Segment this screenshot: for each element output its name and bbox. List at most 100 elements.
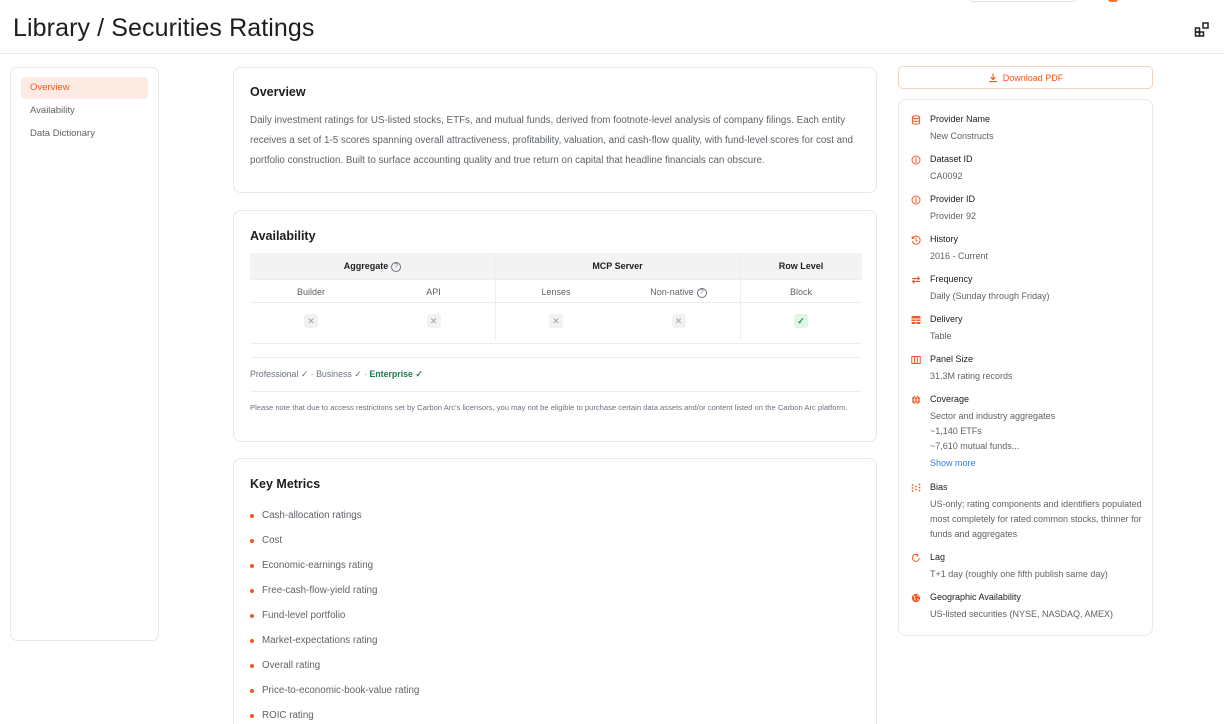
info-value: T+1 day (roughly one fifth publish same … [930, 569, 1108, 579]
info-label: Geographic Availability [930, 592, 1021, 602]
metric-label: Economic-earnings rating [262, 560, 374, 571]
column-header-non-native: Non-native? [617, 279, 740, 303]
info-icon [911, 155, 921, 165]
history-icon [911, 235, 921, 245]
info-icon [911, 195, 921, 205]
bullet-icon [250, 613, 254, 618]
info-value: US-only; rating components and identifie… [930, 499, 1142, 539]
coverage-line: ~1,140 ETFs [930, 426, 982, 436]
column-header-builder: Builder [250, 279, 372, 303]
refresh-icon [911, 553, 920, 562]
layout-toggle-button[interactable] [1193, 20, 1211, 38]
nav-item-data-dictionary[interactable]: Data Dictionary [21, 123, 148, 145]
key-metrics-list: Cash-allocation ratings Cost Economic-ea… [250, 503, 860, 724]
info-label: Provider Name [930, 114, 991, 124]
list-item: Overall rating [250, 653, 860, 678]
columns-icon [911, 356, 921, 364]
group-header-mcp-server: MCP Server [495, 253, 740, 279]
list-item: Cost [250, 528, 860, 553]
availability-table: Aggregate? MCP Server Row Level Builder … [250, 253, 862, 344]
column-header-api: API [372, 279, 495, 303]
availability-cell-api: ✕ [372, 303, 495, 339]
metric-label: Cash-allocation ratings [262, 510, 362, 521]
metric-label: Cost [262, 535, 283, 546]
list-item: Economic-earnings rating [250, 553, 860, 578]
help-icon[interactable]: ? [391, 261, 402, 272]
list-item: Market-expectations rating [250, 628, 860, 653]
table-icon [911, 316, 921, 324]
info-label: Dataset ID [930, 154, 973, 164]
list-item: Free-cash-flow-yield rating [250, 578, 860, 603]
overview-description: Daily investment ratings for US-listed s… [250, 115, 853, 166]
help-icon[interactable]: ? [696, 287, 707, 298]
info-label: Provider ID [930, 194, 976, 204]
top-search-box[interactable] [968, 0, 1078, 2]
bullet-icon [250, 538, 254, 543]
group-header-row-level: Row Level [740, 253, 862, 279]
overview-title: Overview [250, 85, 306, 99]
group-label-aggregate: Aggregate [343, 261, 389, 271]
info-label: Delivery [930, 314, 963, 324]
list-item: Cash-allocation ratings [250, 503, 860, 528]
plan-tiers: Professional ✓ · Business ✓ · Enterprise… [250, 369, 423, 380]
metric-label: Overall rating [262, 660, 321, 671]
list-item: ROIC rating [250, 703, 860, 724]
check-icon: ✓ [794, 314, 808, 328]
info-value: 2016 - Current [930, 251, 989, 261]
licensing-notice: Please note that due to access restricti… [250, 403, 848, 412]
bullet-icon [250, 663, 254, 668]
divider [250, 391, 862, 392]
tier-separator: · [308, 369, 317, 379]
list-item: Price-to-economic-book-value rating [250, 678, 860, 703]
metric-label: Price-to-economic-book-value rating [262, 685, 420, 696]
column-header-block: Block [740, 279, 862, 303]
column-header-lenses: Lenses [495, 279, 617, 303]
database-icon [911, 115, 921, 125]
info-value: New Constructs [930, 131, 994, 141]
metric-label: Free-cash-flow-yield rating [262, 585, 378, 596]
info-label: Bias [930, 482, 948, 492]
info-value: Provider 92 [930, 211, 977, 221]
availability-cell-block: ✓ [740, 303, 862, 339]
info-value-multiline: Sector and industry aggregates ~1,140 ET… [930, 409, 1142, 471]
nav-item-availability[interactable]: Availability [21, 100, 148, 122]
availability-cell-non-native: ✕ [617, 303, 740, 339]
globe-icon [911, 395, 921, 405]
bullet-icon [250, 713, 254, 718]
info-value: Table [930, 331, 952, 341]
group-header-aggregate: Aggregate? [250, 253, 495, 279]
layout-icon [1194, 22, 1209, 37]
info-label: Lag [930, 552, 946, 562]
info-value: US-listed securities (NYSE, NASDAQ, AMEX… [930, 609, 1114, 619]
availability-cell-builder: ✕ [250, 303, 372, 339]
bullet-icon [250, 688, 254, 693]
show-more-link[interactable]: Show more [930, 456, 1142, 471]
tier-business: Business ✓ [316, 369, 362, 379]
info-value: 31.3M rating records [930, 371, 1013, 381]
dataset-info-card: Provider Name New Constructs Dataset ID … [898, 99, 1153, 636]
key-metrics-card: Key Metrics Cash-allocation ratings Cost… [233, 458, 877, 724]
tier-professional: Professional ✓ [250, 369, 309, 379]
availability-title: Availability [250, 229, 316, 243]
cross-icon: ✕ [304, 314, 318, 328]
nav-item-overview[interactable]: Overview [21, 77, 148, 99]
metric-label: Fund-level portfolio [262, 610, 346, 621]
page-title: Library / Securities Ratings [13, 14, 315, 42]
section-nav: Overview Availability Data Dictionary [10, 67, 159, 641]
info-label: Frequency [930, 274, 973, 284]
list-item: Fund-level portfolio [250, 603, 860, 628]
info-value: CA0092 [930, 171, 963, 181]
info-value: Daily (Sunday through Friday) [930, 291, 1050, 301]
top-notification-dot [1108, 0, 1118, 2]
download-pdf-button[interactable]: Download PDF [898, 66, 1153, 89]
bullet-icon [250, 563, 254, 568]
non-native-label: Non-native [650, 287, 694, 297]
metric-label: ROIC rating [262, 710, 314, 721]
availability-cell-lenses: ✕ [495, 303, 617, 339]
bullet-icon [250, 638, 254, 643]
world-icon [911, 593, 921, 603]
info-label: Coverage [930, 394, 970, 404]
scatter-icon [911, 483, 921, 492]
coverage-line: Sector and industry aggregates [930, 411, 1056, 421]
cross-icon: ✕ [549, 314, 563, 328]
